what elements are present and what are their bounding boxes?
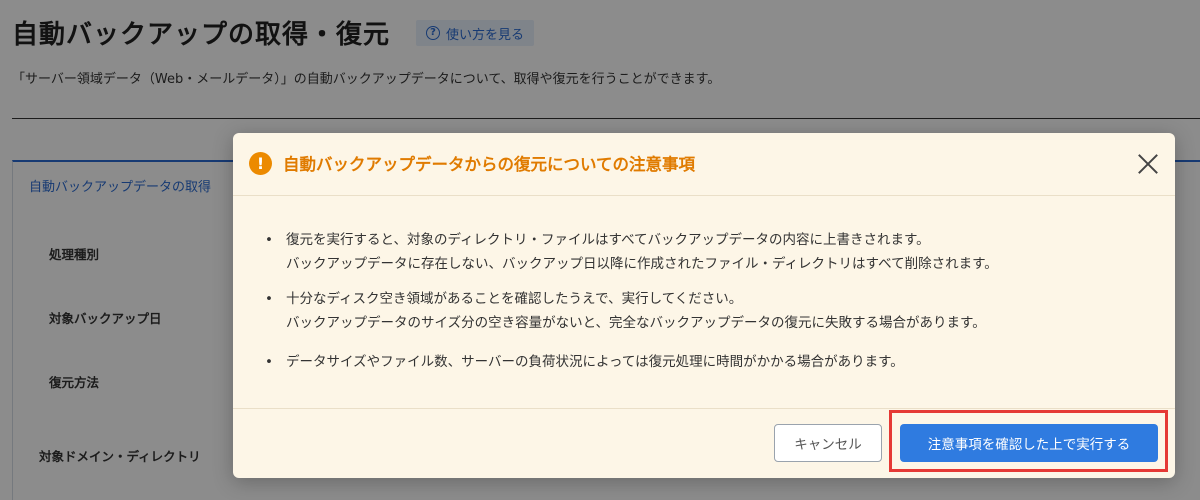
note-line: データサイズやファイル数、サーバーの負荷状況によっては復元処理に時間がかかる場合… [286,354,904,370]
bullet-icon: • [265,354,273,370]
bullet-icon: • [265,291,273,307]
list-item: • 十分なディスク空き領域があることを確認したうえで、実行してください。 バック… [265,287,986,335]
list-item: • データサイズやファイル数、サーバーの負荷状況によっては復元処理に時間がかかる… [265,350,904,374]
note-line: 十分なディスク空き領域があることを確認したうえで、実行してください。 [286,291,743,307]
cancel-button[interactable]: キャンセル [774,424,882,462]
dialog-header: ! 自動バックアップデータからの復元についての注意事項 [233,133,1175,195]
close-icon[interactable] [1135,151,1161,177]
dialog-body: • 復元を実行すると、対象のディレクトリ・ファイルはすべてバックアップデータの内… [233,196,1175,408]
bullet-icon: • [265,232,273,248]
note-line: バックアップデータのサイズ分の空き容量がないと、完全なバックアップデータの復元に… [286,315,986,331]
dialog-title: 自動バックアップデータからの復元についての注意事項 [283,155,696,174]
restore-warning-dialog: ! 自動バックアップデータからの復元についての注意事項 • 復元を実行すると、対… [233,133,1175,478]
dialog-footer: キャンセル 注意事項を確認した上で実行する [233,409,1175,478]
note-line: 復元を実行すると、対象のディレクトリ・ファイルはすべてバックアップデータの内容に… [286,232,930,248]
confirm-execute-button[interactable]: 注意事項を確認した上で実行する [900,424,1158,462]
exclamation-warning-icon: ! [249,152,272,175]
note-line: バックアップデータに存在しない、バックアップ日以降に作成されたファイル・ディレク… [286,256,998,272]
list-item: • 復元を実行すると、対象のディレクトリ・ファイルはすべてバックアップデータの内… [265,228,998,276]
